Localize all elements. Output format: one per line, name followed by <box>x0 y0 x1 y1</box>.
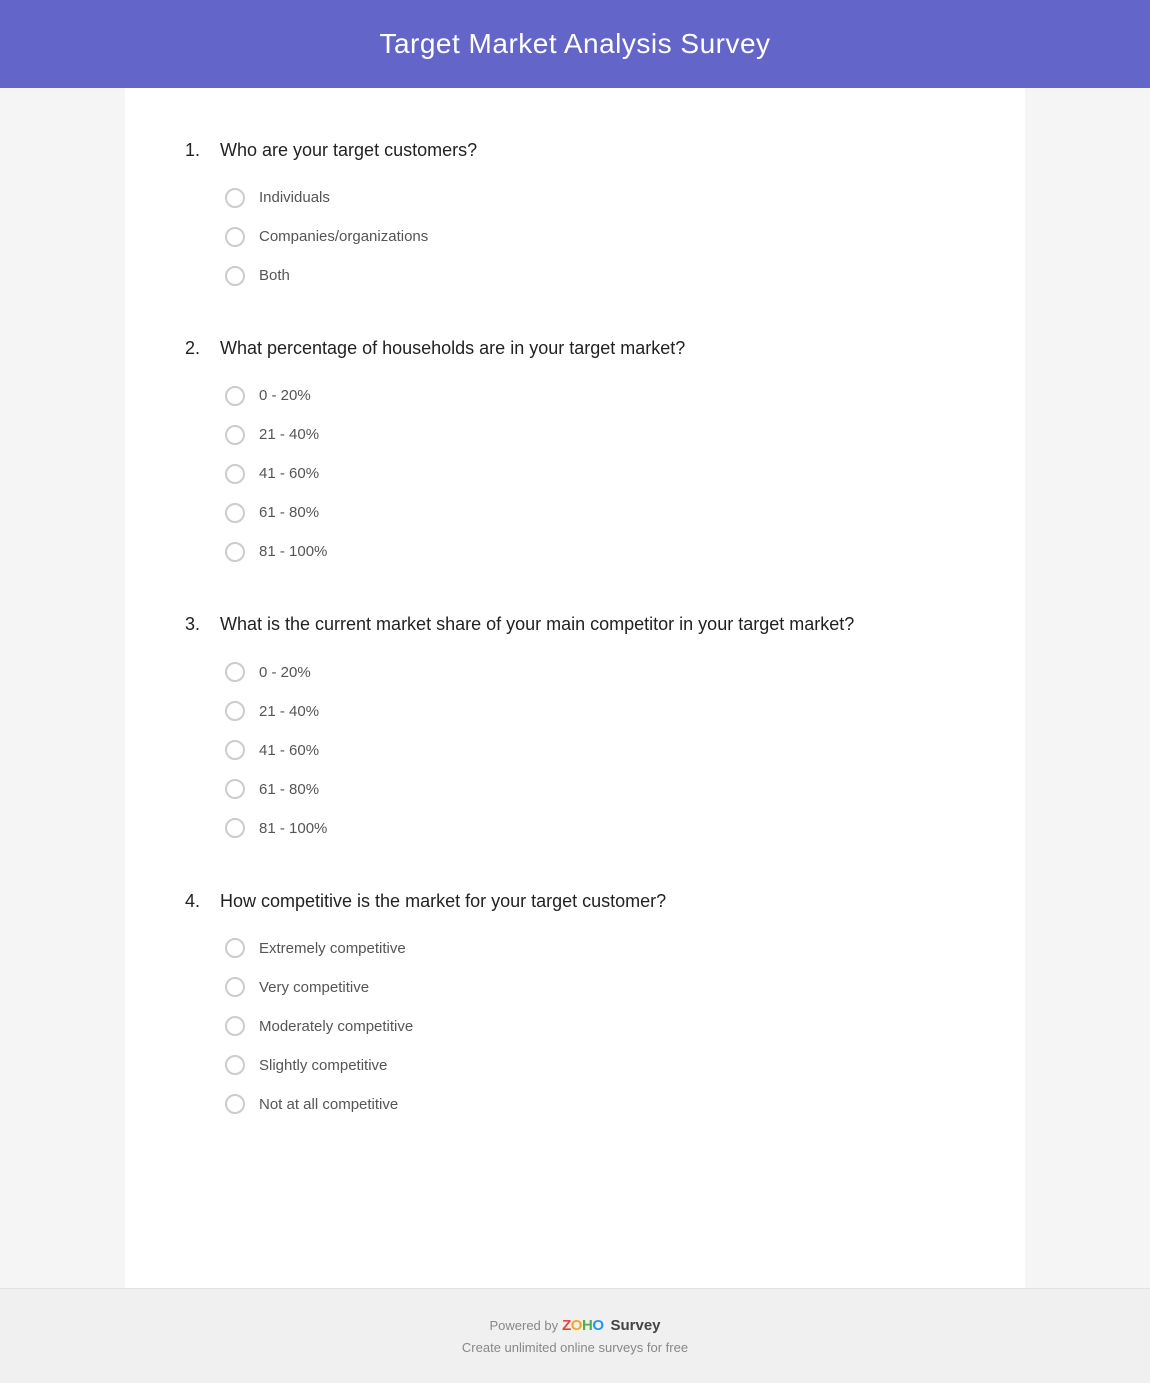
radio-icon[interactable] <box>225 266 245 286</box>
radio-icon[interactable] <box>225 1055 245 1075</box>
option-label: Not at all competitive <box>259 1094 398 1115</box>
survey-header: Target Market Analysis Survey <box>0 0 1150 88</box>
option-label: Moderately competitive <box>259 1016 413 1037</box>
radio-icon[interactable] <box>225 503 245 523</box>
question-1: 1. Who are your target customers? Indivi… <box>185 138 965 286</box>
option-label: Extremely competitive <box>259 938 406 959</box>
option-label: Individuals <box>259 187 330 208</box>
radio-icon[interactable] <box>225 386 245 406</box>
radio-icon[interactable] <box>225 779 245 799</box>
question-1-text: Who are your target customers? <box>220 138 477 163</box>
question-3-text: What is the current market share of your… <box>220 612 854 637</box>
list-item[interactable]: Very competitive <box>225 977 965 998</box>
radio-icon[interactable] <box>225 938 245 958</box>
list-item[interactable]: Companies/organizations <box>225 226 965 247</box>
question-1-title: 1. Who are your target customers? <box>185 138 965 163</box>
zoho-z: Z <box>562 1317 571 1334</box>
question-2-number: 2. <box>185 336 220 361</box>
option-label: Companies/organizations <box>259 226 428 247</box>
radio-icon[interactable] <box>225 1016 245 1036</box>
list-item[interactable]: 61 - 80% <box>225 779 965 800</box>
radio-icon[interactable] <box>225 818 245 838</box>
list-item[interactable]: Individuals <box>225 187 965 208</box>
list-item[interactable]: Not at all competitive <box>225 1094 965 1115</box>
option-label: 81 - 100% <box>259 818 327 839</box>
radio-icon[interactable] <box>225 701 245 721</box>
question-2-options: 0 - 20% 21 - 40% 41 - 60% 61 - 80% 81 - … <box>185 385 965 562</box>
list-item[interactable]: 41 - 60% <box>225 463 965 484</box>
option-label: 21 - 40% <box>259 701 319 722</box>
question-4-title: 4. How competitive is the market for you… <box>185 889 965 914</box>
option-label: 41 - 60% <box>259 740 319 761</box>
radio-icon[interactable] <box>225 188 245 208</box>
option-label: 0 - 20% <box>259 662 311 683</box>
radio-icon[interactable] <box>225 464 245 484</box>
list-item[interactable]: 81 - 100% <box>225 541 965 562</box>
option-label: Slightly competitive <box>259 1055 387 1076</box>
option-label: 61 - 80% <box>259 502 319 523</box>
radio-icon[interactable] <box>225 740 245 760</box>
option-label: 21 - 40% <box>259 424 319 445</box>
list-item[interactable]: 21 - 40% <box>225 424 965 445</box>
question-1-number: 1. <box>185 138 220 163</box>
radio-icon[interactable] <box>225 227 245 247</box>
radio-icon[interactable] <box>225 977 245 997</box>
question-2-text: What percentage of households are in you… <box>220 336 685 361</box>
list-item[interactable]: Extremely competitive <box>225 938 965 959</box>
list-item[interactable]: 0 - 20% <box>225 662 965 683</box>
zoho-h: H <box>582 1317 592 1334</box>
zoho-logo: ZOHO <box>562 1317 603 1334</box>
question-1-options: Individuals Companies/organizations Both <box>185 187 965 286</box>
radio-icon[interactable] <box>225 542 245 562</box>
question-3-options: 0 - 20% 21 - 40% 41 - 60% 61 - 80% 81 - … <box>185 662 965 839</box>
survey-body: 1. Who are your target customers? Indivi… <box>125 88 1025 1288</box>
radio-icon[interactable] <box>225 662 245 682</box>
list-item[interactable]: 0 - 20% <box>225 385 965 406</box>
list-item[interactable]: Slightly competitive <box>225 1055 965 1076</box>
option-label: Both <box>259 265 290 286</box>
list-item[interactable]: 41 - 60% <box>225 740 965 761</box>
list-item[interactable]: Both <box>225 265 965 286</box>
question-3-title: 3. What is the current market share of y… <box>185 612 965 637</box>
question-4-text: How competitive is the market for your t… <box>220 889 666 914</box>
option-label: 81 - 100% <box>259 541 327 562</box>
footer-tagline: Create unlimited online surveys for free <box>20 1340 1130 1355</box>
question-4-options: Extremely competitive Very competitive M… <box>185 938 965 1115</box>
question-3-number: 3. <box>185 612 220 637</box>
list-item[interactable]: 61 - 80% <box>225 502 965 523</box>
list-item[interactable]: 81 - 100% <box>225 818 965 839</box>
question-4-number: 4. <box>185 889 220 914</box>
question-4: 4. How competitive is the market for you… <box>185 889 965 1115</box>
question-2: 2. What percentage of households are in … <box>185 336 965 562</box>
footer-powered-by: Powered by ZOHO Survey <box>20 1317 1130 1334</box>
option-label: 0 - 20% <box>259 385 311 406</box>
survey-word: Survey <box>610 1317 660 1334</box>
list-item[interactable]: 21 - 40% <box>225 701 965 722</box>
question-3: 3. What is the current market share of y… <box>185 612 965 838</box>
option-label: 61 - 80% <box>259 779 319 800</box>
question-2-title: 2. What percentage of households are in … <box>185 336 965 361</box>
radio-icon[interactable] <box>225 1094 245 1114</box>
survey-title: Target Market Analysis Survey <box>20 28 1130 60</box>
zoho-o1: O <box>571 1317 582 1334</box>
survey-footer: Powered by ZOHO Survey Create unlimited … <box>0 1288 1150 1383</box>
zoho-o2: O <box>592 1317 603 1334</box>
list-item[interactable]: Moderately competitive <box>225 1016 965 1037</box>
option-label: Very competitive <box>259 977 369 998</box>
radio-icon[interactable] <box>225 425 245 445</box>
powered-by-text: Powered by <box>489 1318 558 1333</box>
option-label: 41 - 60% <box>259 463 319 484</box>
